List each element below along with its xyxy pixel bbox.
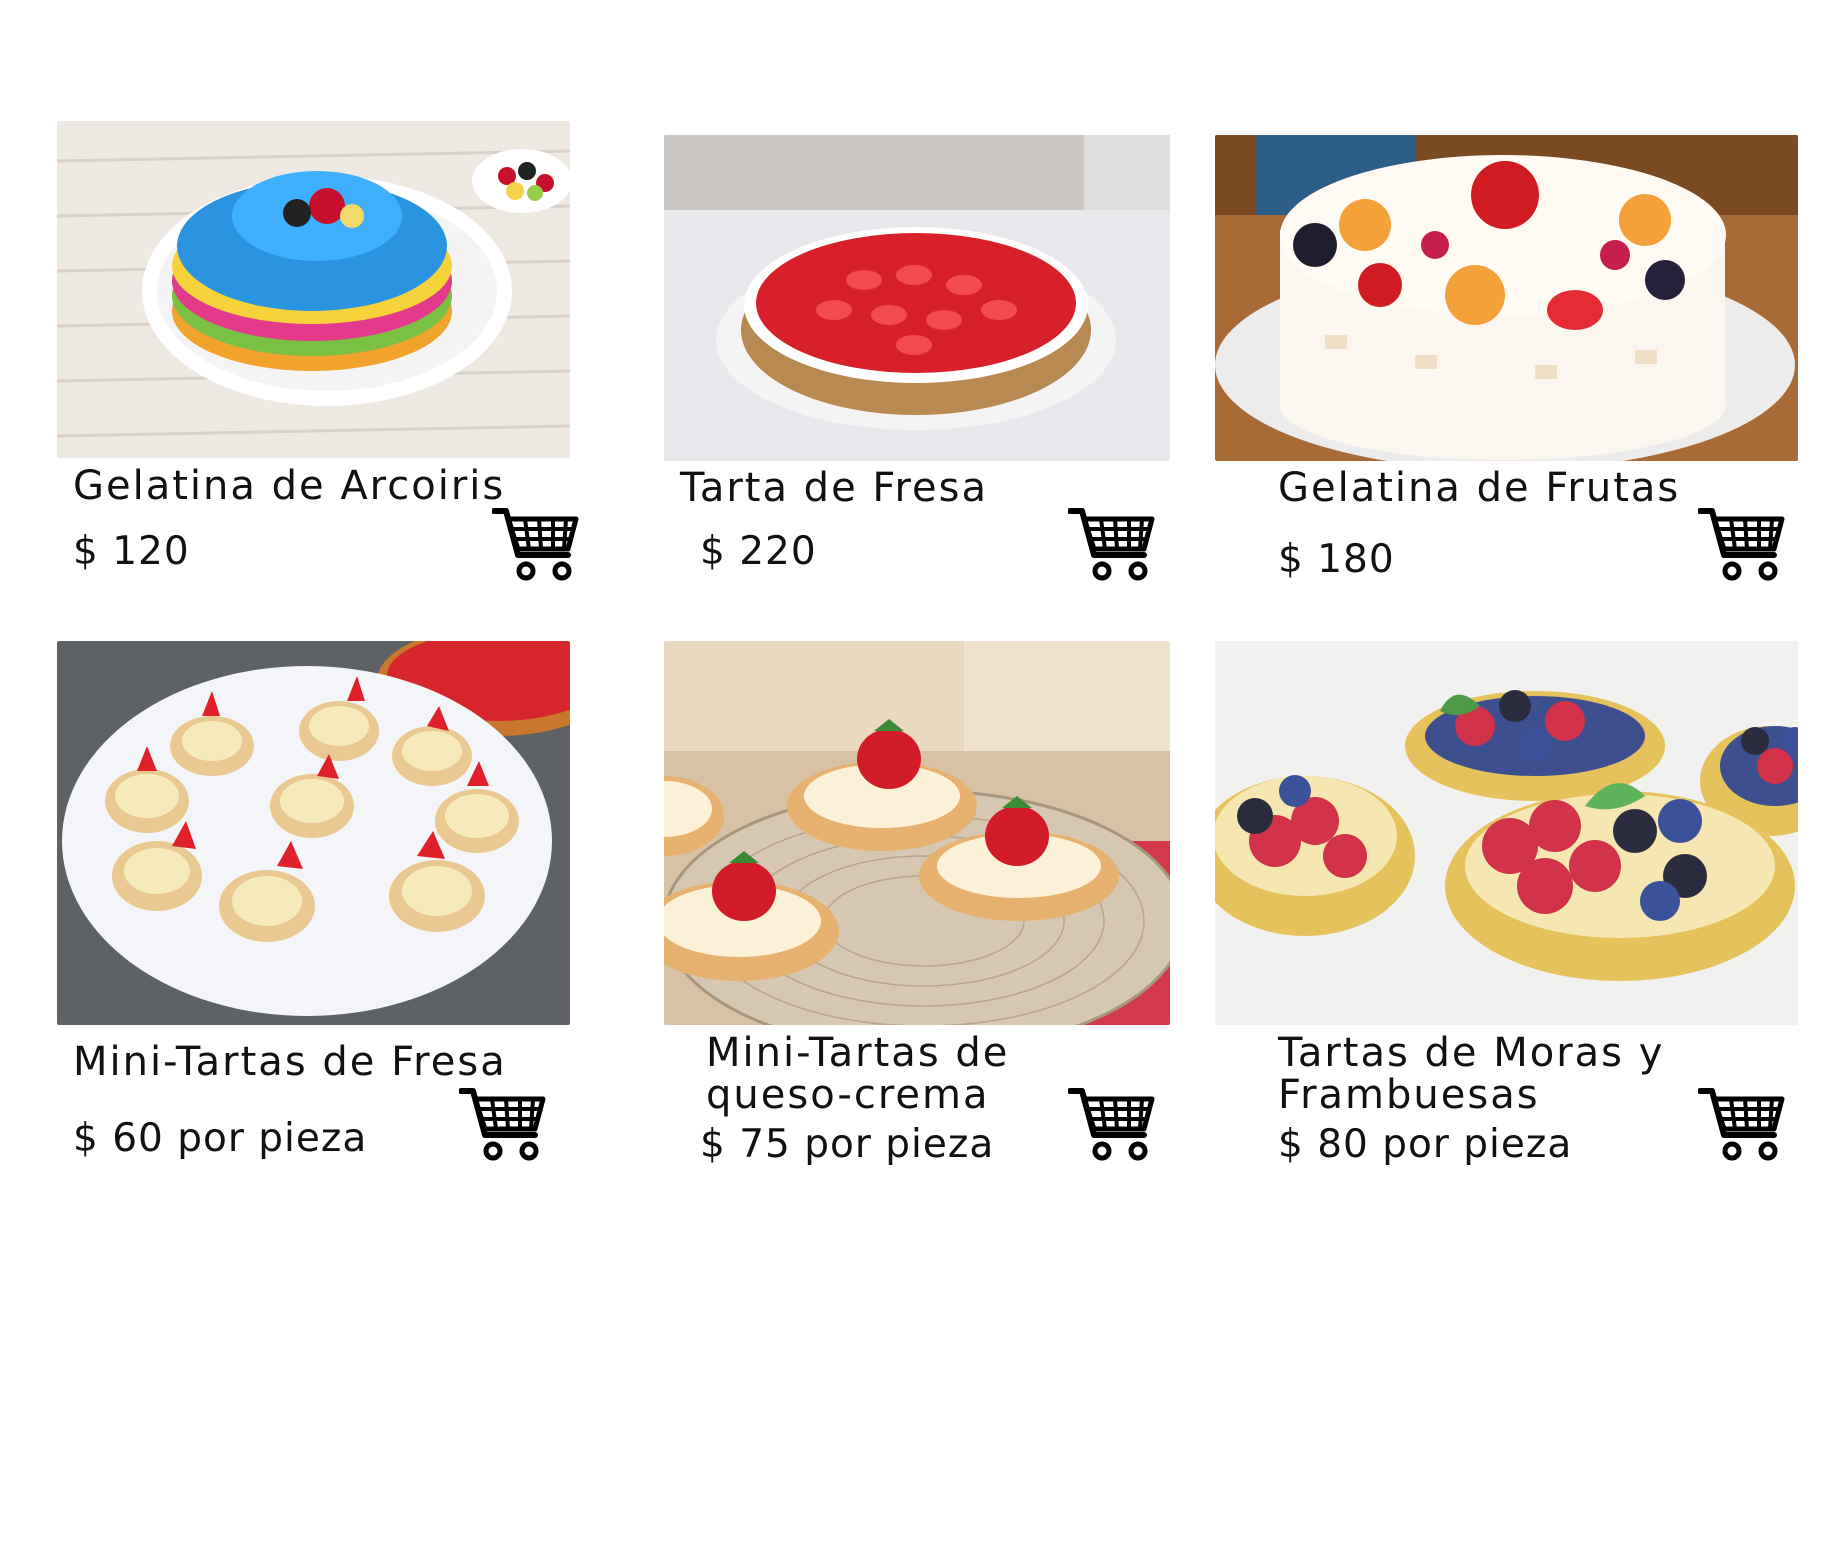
product-price: $ 120: [73, 529, 190, 574]
add-to-cart-button[interactable]: [459, 1085, 547, 1163]
product-price: $ 180: [1278, 537, 1395, 582]
add-to-cart-button[interactable]: [1698, 505, 1786, 583]
product-image-fruit-jelly[interactable]: [1215, 135, 1798, 461]
product-price: $ 220: [700, 529, 817, 574]
product-name-line1: Mini-Tartas de: [706, 1030, 1010, 1076]
product-image-rainbow-jelly[interactable]: [57, 121, 570, 458]
shopping-cart-icon: [1068, 1088, 1155, 1161]
shopping-cart-icon: [459, 1088, 546, 1161]
product-name: Tarta de Fresa: [680, 465, 989, 511]
product-name-line1: Tartas de Moras y: [1278, 1030, 1665, 1076]
product-image-cream-cheese-tarts[interactable]: [664, 641, 1170, 1025]
add-to-cart-button[interactable]: [1068, 1085, 1156, 1163]
shopping-cart-icon: [1698, 508, 1785, 581]
product-image-mini-strawberry-tarts[interactable]: [57, 641, 570, 1025]
add-to-cart-button[interactable]: [1698, 1085, 1786, 1163]
add-to-cart-button[interactable]: [1068, 505, 1156, 583]
shopping-cart-icon: [1698, 1088, 1785, 1161]
product-grid-page: Gelatina de Arcoiris $ 120 Tarta de Fres…: [0, 0, 1848, 1554]
product-image-strawberry-tart[interactable]: [664, 135, 1170, 461]
product-name: Mini-Tartas de Fresa: [73, 1039, 507, 1085]
product-name-line2: queso-crema: [706, 1072, 990, 1118]
product-price: $ 75 por pieza: [700, 1122, 995, 1167]
shopping-cart-icon: [1068, 508, 1155, 581]
product-name: Gelatina de Frutas: [1278, 465, 1681, 511]
product-image-berry-tarts[interactable]: [1215, 641, 1798, 1025]
product-name-line2: Frambuesas: [1278, 1072, 1540, 1118]
add-to-cart-button[interactable]: [492, 505, 580, 583]
shopping-cart-icon: [492, 508, 579, 581]
product-name: Gelatina de Arcoiris: [73, 463, 506, 509]
product-price: $ 80 por pieza: [1278, 1122, 1573, 1167]
product-price: $ 60 por pieza: [73, 1116, 368, 1161]
